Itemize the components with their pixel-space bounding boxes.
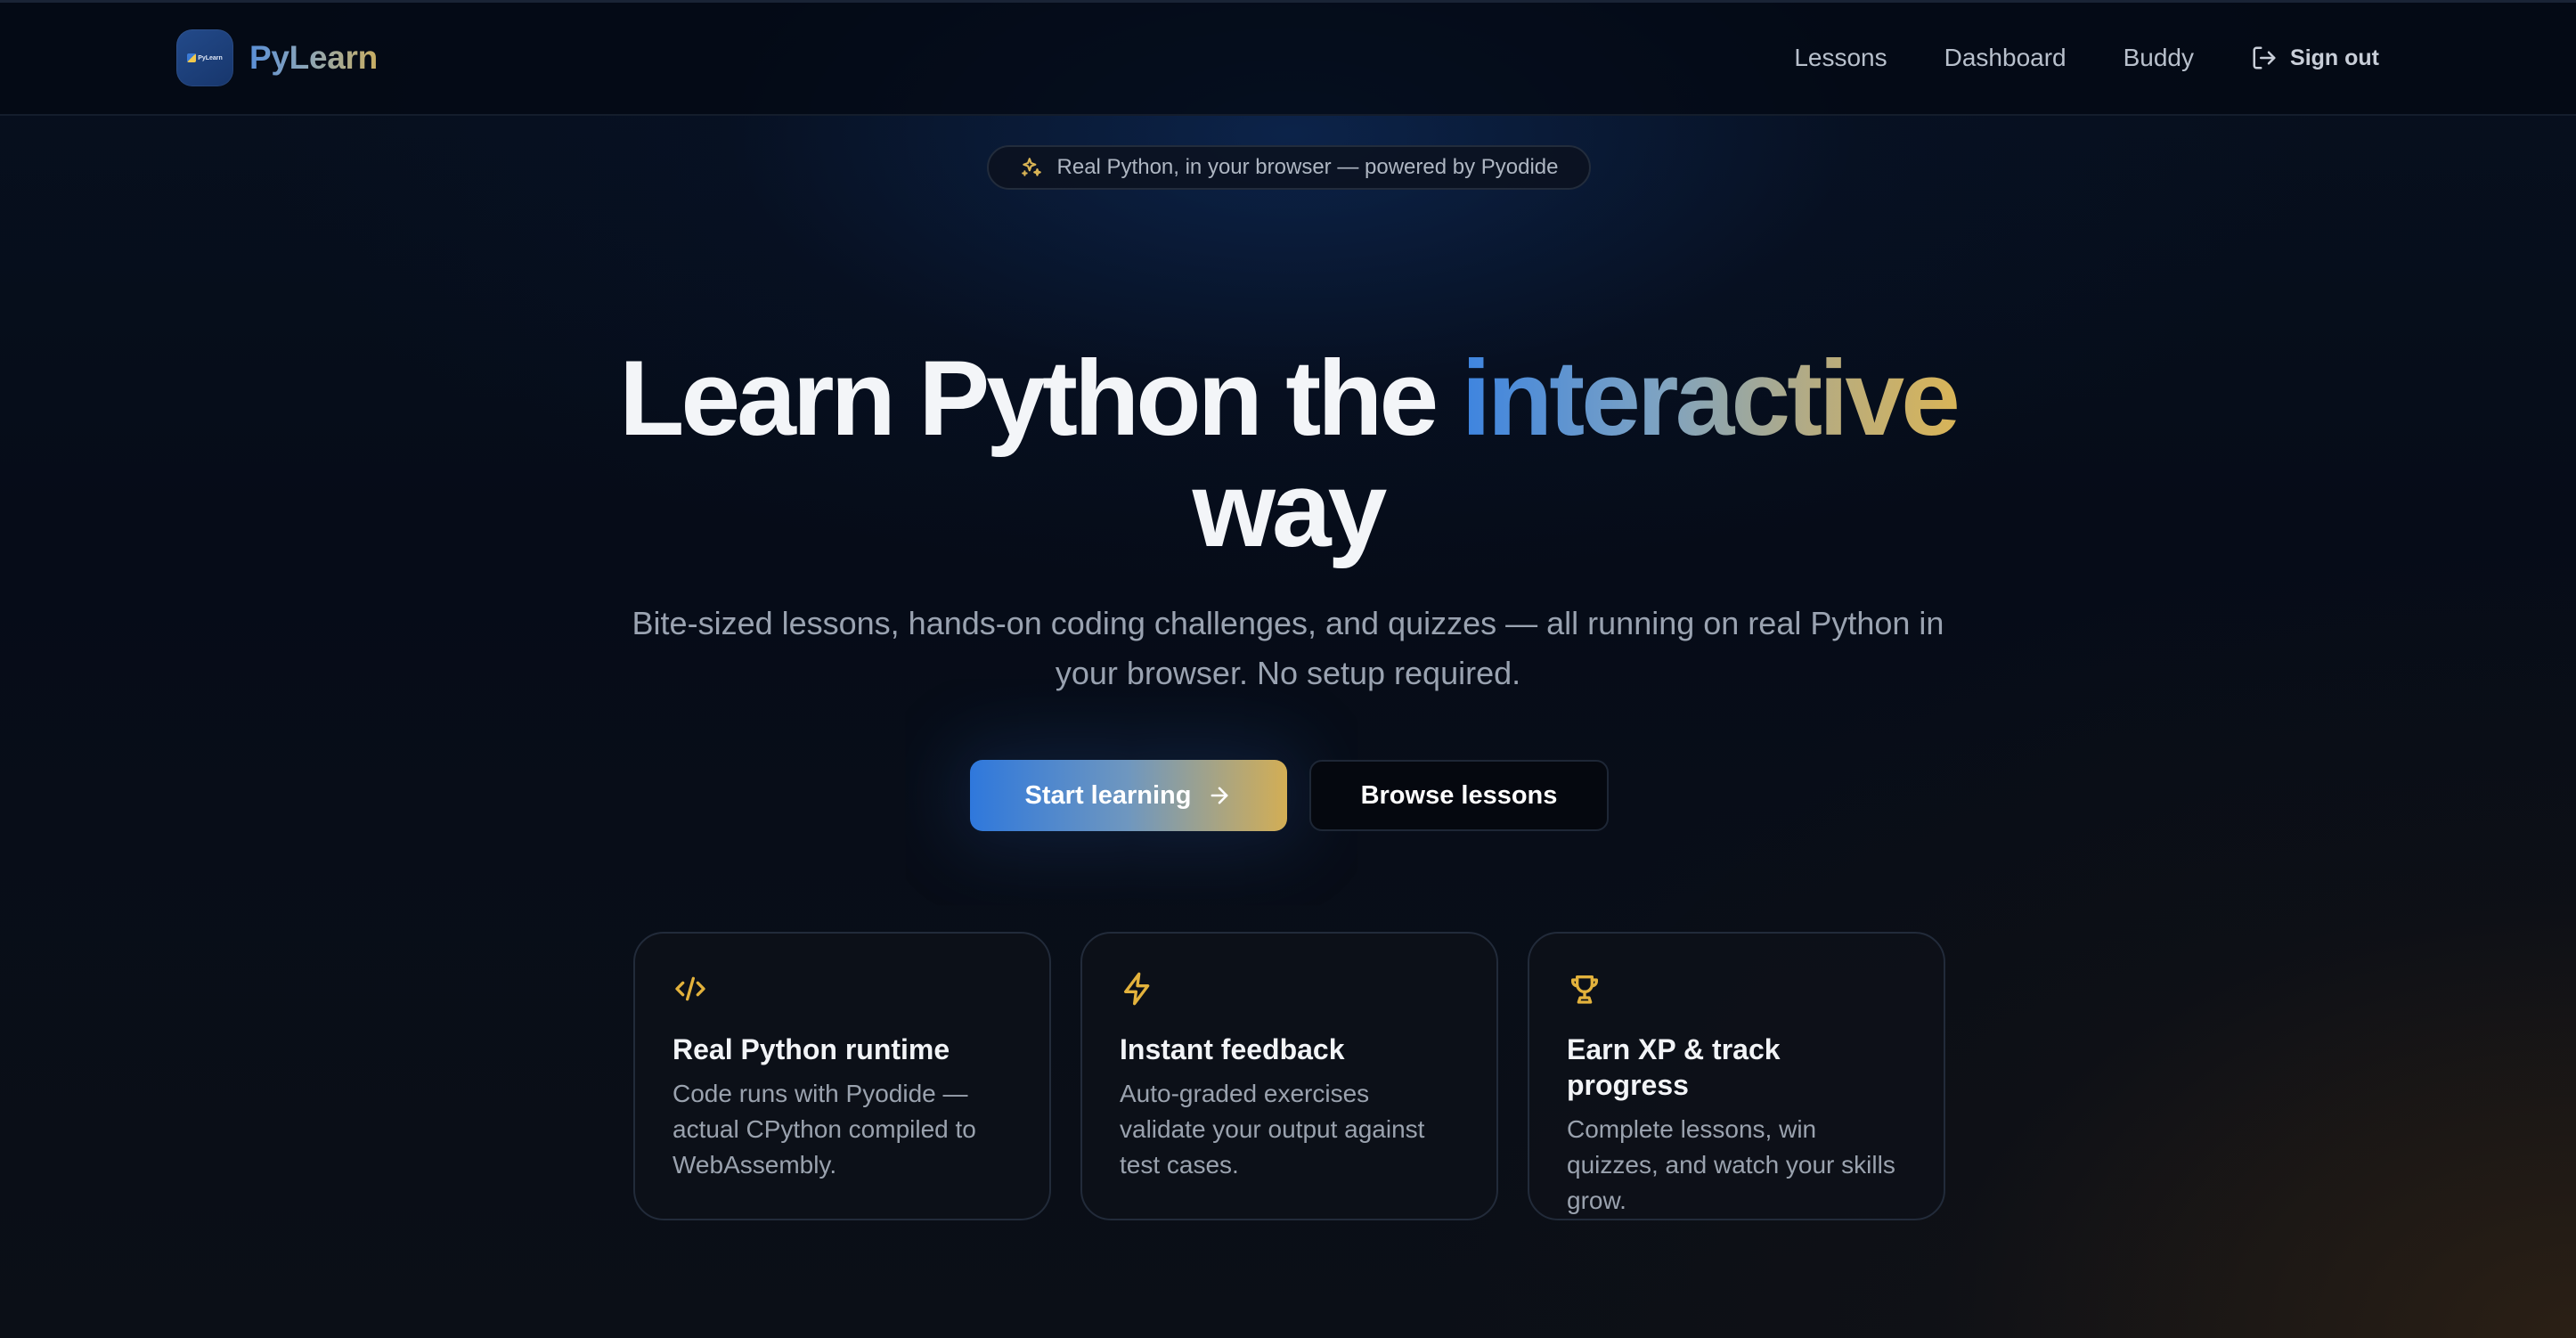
headline-accent: interactive: [1461, 339, 1961, 458]
nav-lessons[interactable]: Lessons: [1794, 44, 1887, 72]
feature-cards: Real Python runtime Code runs with Pyodi…: [633, 932, 1945, 1220]
feature-description: Complete lessons, win quizzes, and watch…: [1567, 1115, 1895, 1214]
headline-end: way: [1192, 450, 1388, 569]
code-icon: [675, 976, 705, 1001]
log-out-icon: [2253, 46, 2276, 69]
python-snake-icon: [187, 53, 197, 62]
feature-card-progress: Earn XP & track progress Complete lesson…: [1528, 932, 1945, 1220]
nav-dashboard[interactable]: Dashboard: [1944, 44, 2067, 72]
sign-out-label: Sign out: [2290, 45, 2379, 70]
runtime-badge: Real Python, in your browser — powered b…: [987, 145, 1591, 190]
top-navbar: PyLearn PyLearn Lessons Dashboard Buddy …: [0, 3, 2576, 116]
headline-plain: Learn Python the: [619, 339, 1462, 458]
sign-out-button[interactable]: Sign out: [2251, 45, 2379, 71]
pylearn-logo: PyLearn: [176, 29, 233, 86]
feature-description: Auto-graded exercises validate your outp…: [1120, 1080, 1425, 1179]
start-learning-button[interactable]: Start learning: [970, 760, 1287, 831]
feature-title: Instant feedback: [1120, 1033, 1345, 1065]
browse-lessons-button[interactable]: Browse lessons: [1309, 760, 1609, 831]
feature-description: Code runs with Pyodide — actual CPython …: [673, 1080, 976, 1179]
hero-subtitle: Bite-sized lessons, hands-on coding chal…: [632, 605, 1944, 691]
main-nav: Lessons Dashboard Buddy Sign out: [1794, 29, 2379, 86]
start-learning-label: Start learning: [1024, 780, 1192, 810]
brand-name: PyLearn: [249, 39, 378, 76]
feature-card-runtime: Real Python runtime Code runs with Pyodi…: [633, 932, 1051, 1220]
sparkles-icon: [1021, 158, 1041, 176]
trophy-icon: [1571, 975, 1598, 1004]
hero-headline: Learn Python the interactive way: [0, 343, 2576, 566]
badge-text: Real Python, in your browser — powered b…: [1056, 155, 1559, 179]
nav-buddy[interactable]: Buddy: [2124, 44, 2194, 72]
brand-home-link[interactable]: PyLearn PyLearn: [176, 29, 378, 86]
arrow-right-icon: [1211, 787, 1228, 804]
cta-row: Start learning Browse lessons: [970, 760, 1609, 831]
feature-title: Earn XP & track progress: [1567, 1033, 1781, 1101]
feature-title: Real Python runtime: [673, 1033, 950, 1065]
lightning-icon: [1124, 972, 1150, 1006]
logo-wordmark: PyLearn: [198, 54, 223, 61]
feature-card-feedback: Instant feedback Auto-graded exercises v…: [1080, 932, 1498, 1220]
